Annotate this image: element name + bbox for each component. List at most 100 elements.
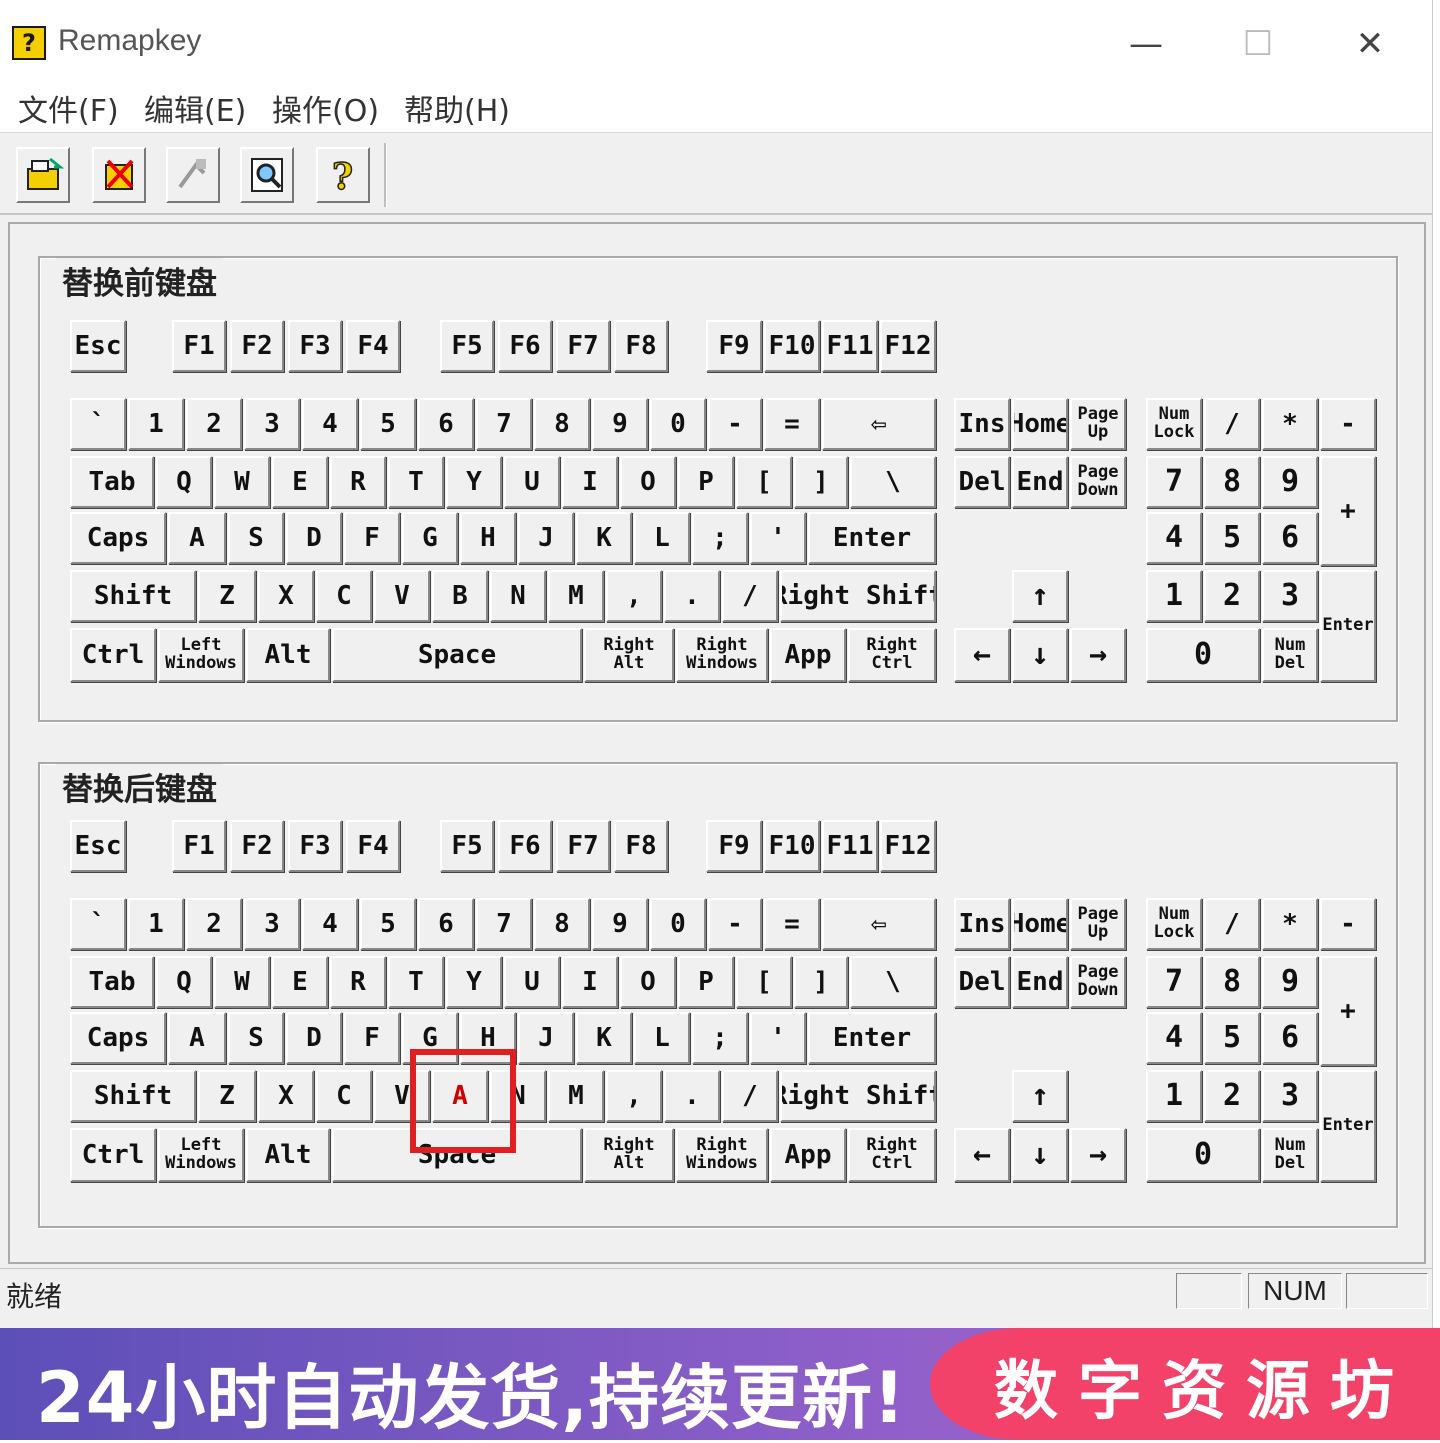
before-key-kpdiv[interactable]: / <box>1204 398 1260 450</box>
after-key-backspace[interactable]: ⇦ <box>822 898 936 950</box>
after-key-n2[interactable]: 2 <box>186 898 242 950</box>
before-key-n0[interactable]: 0 <box>650 398 706 450</box>
before-key-esc[interactable]: Esc <box>70 320 126 372</box>
after-key-lwin[interactable]: Left Windows <box>158 1128 244 1182</box>
before-key-n5[interactable]: 5 <box>360 398 416 450</box>
after-key-w[interactable]: W <box>214 956 270 1008</box>
after-key-equals[interactable]: = <box>764 898 820 950</box>
after-key-u[interactable]: U <box>504 956 560 1008</box>
after-key-lbracket[interactable]: [ <box>736 956 792 1008</box>
after-key-x[interactable]: X <box>258 1070 314 1122</box>
after-key-d[interactable]: D <box>286 1012 342 1064</box>
after-key-f1[interactable]: F1 <box>172 820 226 872</box>
after-key-m[interactable]: M <box>548 1070 604 1122</box>
after-key-s[interactable]: S <box>228 1012 284 1064</box>
after-key-period[interactable]: . <box>664 1070 720 1122</box>
after-key-q[interactable]: Q <box>156 956 212 1008</box>
after-key-minus[interactable]: - <box>708 898 762 950</box>
after-key-kp6[interactable]: 6 <box>1262 1012 1318 1064</box>
after-key-space[interactable]: Space <box>332 1128 582 1182</box>
after-key-t[interactable]: T <box>388 956 444 1008</box>
after-key-j[interactable]: J <box>518 1012 574 1064</box>
before-key-f10[interactable]: F10 <box>764 320 820 372</box>
after-key-f3[interactable]: F3 <box>288 820 342 872</box>
after-key-enter[interactable]: Enter <box>808 1012 936 1064</box>
before-key-n4[interactable]: 4 <box>302 398 358 450</box>
after-key-kpplus[interactable]: + <box>1320 956 1376 1066</box>
after-key-pgup[interactable]: Page Up <box>1070 898 1126 950</box>
after-key-f2[interactable]: F2 <box>230 820 284 872</box>
after-key-kp0[interactable]: 0 <box>1146 1128 1260 1182</box>
after-key-slash[interactable]: / <box>722 1070 778 1122</box>
before-key-f4[interactable]: F4 <box>346 320 400 372</box>
after-key-shift[interactable]: Shift <box>70 1070 196 1122</box>
before-key-ins[interactable]: Ins <box>954 398 1010 450</box>
before-key-f2[interactable]: F2 <box>230 320 284 372</box>
before-key-pgup[interactable]: Page Up <box>1070 398 1126 450</box>
before-key-numlock[interactable]: Num Lock <box>1146 398 1202 450</box>
after-key-rwin[interactable]: Right Windows <box>676 1128 768 1182</box>
before-key-n3[interactable]: 3 <box>244 398 300 450</box>
after-key-up[interactable]: ↑ <box>1012 1070 1068 1122</box>
after-key-backslash[interactable]: \ <box>850 956 936 1008</box>
after-key-f6[interactable]: F6 <box>498 820 552 872</box>
after-key-alt[interactable]: Alt <box>246 1128 330 1182</box>
after-key-app[interactable]: App <box>770 1128 846 1182</box>
after-key-n[interactable]: N <box>490 1070 546 1122</box>
after-key-kp7[interactable]: 7 <box>1146 956 1202 1008</box>
after-key-kpmul[interactable]: * <box>1262 898 1318 950</box>
after-key-v[interactable]: V <box>374 1070 430 1122</box>
after-key-semicolon[interactable]: ; <box>692 1012 748 1064</box>
after-key-f[interactable]: F <box>344 1012 400 1064</box>
before-key-n6[interactable]: 6 <box>418 398 474 450</box>
after-key-b[interactable]: A <box>432 1070 488 1122</box>
after-key-f9[interactable]: F9 <box>706 820 762 872</box>
before-key-kpmul[interactable]: * <box>1262 398 1318 450</box>
before-key-f7[interactable]: F7 <box>556 320 610 372</box>
after-key-f5[interactable]: F5 <box>440 820 494 872</box>
after-key-f7[interactable]: F7 <box>556 820 610 872</box>
after-key-n0[interactable]: 0 <box>650 898 706 950</box>
after-key-comma[interactable]: , <box>606 1070 662 1122</box>
after-key-o[interactable]: O <box>620 956 676 1008</box>
after-key-f8[interactable]: F8 <box>614 820 668 872</box>
after-key-i[interactable]: I <box>562 956 618 1008</box>
after-key-p[interactable]: P <box>678 956 734 1008</box>
after-key-left[interactable]: ← <box>954 1128 1010 1182</box>
before-key-equals[interactable]: = <box>764 398 820 450</box>
after-key-n8[interactable]: 8 <box>534 898 590 950</box>
after-key-n4[interactable]: 4 <box>302 898 358 950</box>
after-key-e[interactable]: E <box>272 956 328 1008</box>
after-key-del[interactable]: Del <box>954 956 1010 1008</box>
before-key-n2[interactable]: 2 <box>186 398 242 450</box>
after-key-l[interactable]: L <box>634 1012 690 1064</box>
after-key-caps[interactable]: Caps <box>70 1012 166 1064</box>
before-key-n1[interactable]: 1 <box>128 398 184 450</box>
after-key-z[interactable]: Z <box>198 1070 256 1122</box>
after-key-kpdiv[interactable]: / <box>1204 898 1260 950</box>
after-key-kpdel[interactable]: Num Del <box>1262 1128 1318 1182</box>
after-key-a[interactable]: A <box>168 1012 226 1064</box>
after-key-kp1[interactable]: 1 <box>1146 1070 1202 1122</box>
before-key-backtick[interactable]: ` <box>70 398 126 450</box>
after-key-rbracket[interactable]: ] <box>794 956 848 1008</box>
before-key-n7[interactable]: 7 <box>476 398 532 450</box>
before-key-f1[interactable]: F1 <box>172 320 226 372</box>
after-key-kp9[interactable]: 9 <box>1262 956 1318 1008</box>
after-key-kp4[interactable]: 4 <box>1146 1012 1202 1064</box>
after-key-n7[interactable]: 7 <box>476 898 532 950</box>
after-key-rshift[interactable]: Right Shift <box>780 1070 936 1122</box>
after-key-esc[interactable]: Esc <box>70 820 126 872</box>
before-key-f6[interactable]: F6 <box>498 320 552 372</box>
before-key-n9[interactable]: 9 <box>592 398 648 450</box>
after-key-g[interactable]: G <box>402 1012 458 1064</box>
after-key-pgdn[interactable]: Page Down <box>1070 956 1126 1008</box>
after-key-ralt[interactable]: Right Alt <box>584 1128 674 1182</box>
after-key-n5[interactable]: 5 <box>360 898 416 950</box>
after-key-n1[interactable]: 1 <box>128 898 184 950</box>
after-key-kp5[interactable]: 5 <box>1204 1012 1260 1064</box>
before-key-n8[interactable]: 8 <box>534 398 590 450</box>
after-key-n9[interactable]: 9 <box>592 898 648 950</box>
after-key-f12[interactable]: F12 <box>880 820 936 872</box>
before-key-kpminus[interactable]: - <box>1320 398 1376 450</box>
